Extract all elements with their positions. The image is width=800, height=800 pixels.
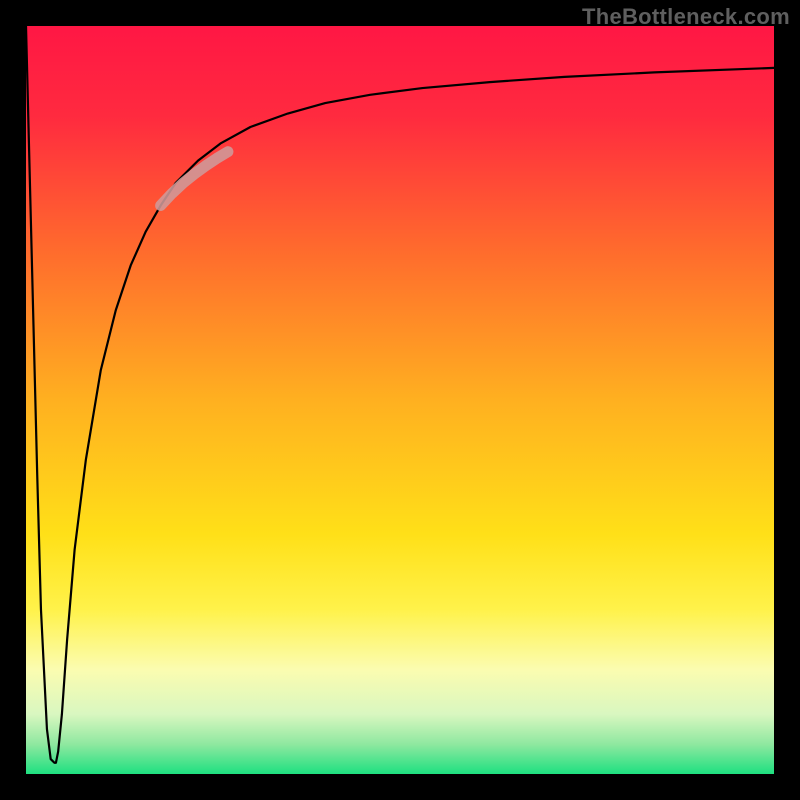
gradient-background xyxy=(26,26,774,774)
plot-area xyxy=(26,26,774,774)
chart-frame: TheBottleneck.com xyxy=(0,0,800,800)
chart-svg xyxy=(26,26,774,774)
